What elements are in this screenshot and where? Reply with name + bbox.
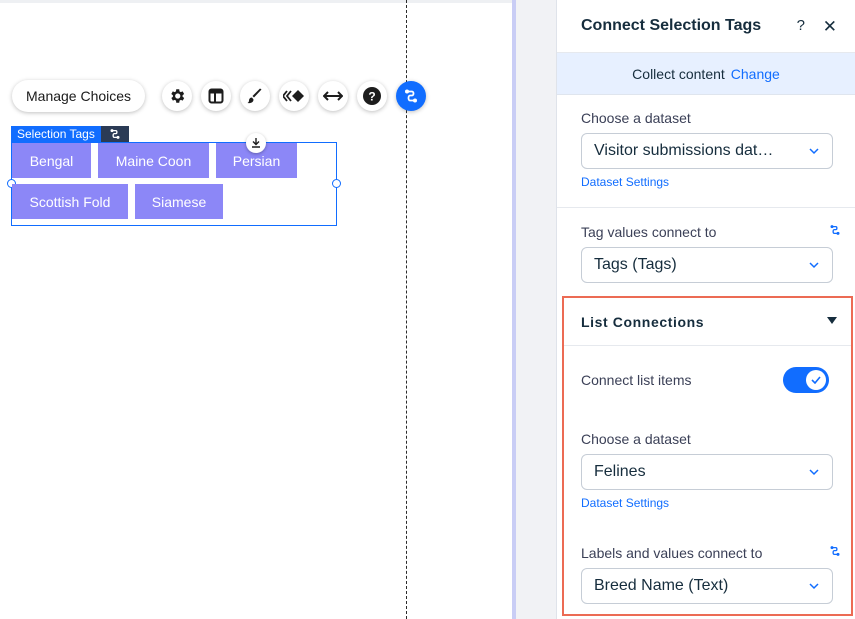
collect-content-text: Collect content <box>632 65 725 82</box>
panel-title: Connect Selection Tags <box>581 17 762 34</box>
chevron-down-icon <box>809 583 819 590</box>
stretch-icon[interactable] <box>318 81 349 111</box>
canvas-top-edge <box>0 0 514 3</box>
labels-values-value: Breed Name (Text) <box>594 577 729 594</box>
panel-header: Connect Selection Tags ? ✕ <box>557 0 855 53</box>
dataset-settings-link[interactable]: Dataset Settings <box>581 175 669 189</box>
element-toolbar: Manage Choices ? <box>12 79 427 113</box>
tag-values-dropdown[interactable]: Tags (Tags) <box>581 247 833 283</box>
list-dataset-value: Felines <box>594 463 646 480</box>
section-divider <box>557 207 855 208</box>
chevron-down-icon <box>809 262 819 269</box>
connect-list-items-label: Connect list items <box>581 372 692 388</box>
labels-values-label: Labels and values connect to <box>581 545 763 561</box>
connect-list-items-toggle[interactable] <box>783 367 829 393</box>
help-icon[interactable]: ? <box>357 81 388 111</box>
chevron-down-icon <box>809 148 819 155</box>
gear-icon[interactable] <box>162 81 193 111</box>
layout-icon[interactable] <box>201 81 232 111</box>
animation-icon[interactable] <box>279 81 310 111</box>
list-dataset-label: Choose a dataset <box>581 431 691 447</box>
download-icon[interactable] <box>246 133 266 153</box>
connect-icon[interactable] <box>829 224 841 236</box>
tag-item[interactable]: Siamese <box>135 184 223 219</box>
tag-values-value: Tags (Tags) <box>594 256 677 273</box>
list-connections-header[interactable]: List Connections <box>564 298 851 346</box>
resize-handle-right[interactable] <box>332 179 341 188</box>
svg-text:?: ? <box>368 90 375 104</box>
tag-item[interactable]: Maine Coon <box>98 143 209 178</box>
paint-brush-icon[interactable] <box>240 81 271 111</box>
chevron-down-icon <box>809 469 819 476</box>
connect-panel: Connect Selection Tags ? ✕ Collect conte… <box>556 0 855 619</box>
toggle-knob <box>806 370 826 390</box>
connect-icon[interactable] <box>829 545 841 557</box>
close-button[interactable]: ✕ <box>823 17 837 37</box>
checkmark-icon <box>811 376 821 384</box>
tag-values-label: Tag values connect to <box>581 224 717 240</box>
tag-item[interactable]: Bengal <box>12 143 91 178</box>
caret-down-icon <box>827 317 837 324</box>
connect-data-icon[interactable] <box>396 81 427 111</box>
canvas-gutter <box>516 0 556 619</box>
list-dataset-settings-link[interactable]: Dataset Settings <box>581 496 669 510</box>
element-name: Selection Tags <box>11 126 101 142</box>
list-dataset-dropdown[interactable]: Felines <box>581 454 833 490</box>
change-link[interactable]: Change <box>731 66 780 82</box>
editor-canvas: Manage Choices ? Selection Tags Bengal M… <box>0 0 514 619</box>
tag-item[interactable]: Scottish Fold <box>12 184 128 219</box>
element-name-label[interactable]: Selection Tags <box>11 126 129 142</box>
connected-data-icon <box>100 126 129 142</box>
labels-values-dropdown[interactable]: Breed Name (Text) <box>581 568 833 604</box>
list-connections-title: List Connections <box>581 313 705 330</box>
manage-choices-button[interactable]: Manage Choices <box>12 80 146 112</box>
collect-content-bar: Collect content Change <box>557 53 855 95</box>
help-button[interactable]: ? <box>797 17 805 34</box>
dataset-label: Choose a dataset <box>581 110 691 126</box>
dataset-dropdown[interactable]: Visitor submissions dat… <box>581 133 833 169</box>
dataset-value: Visitor submissions dat… <box>594 142 774 159</box>
